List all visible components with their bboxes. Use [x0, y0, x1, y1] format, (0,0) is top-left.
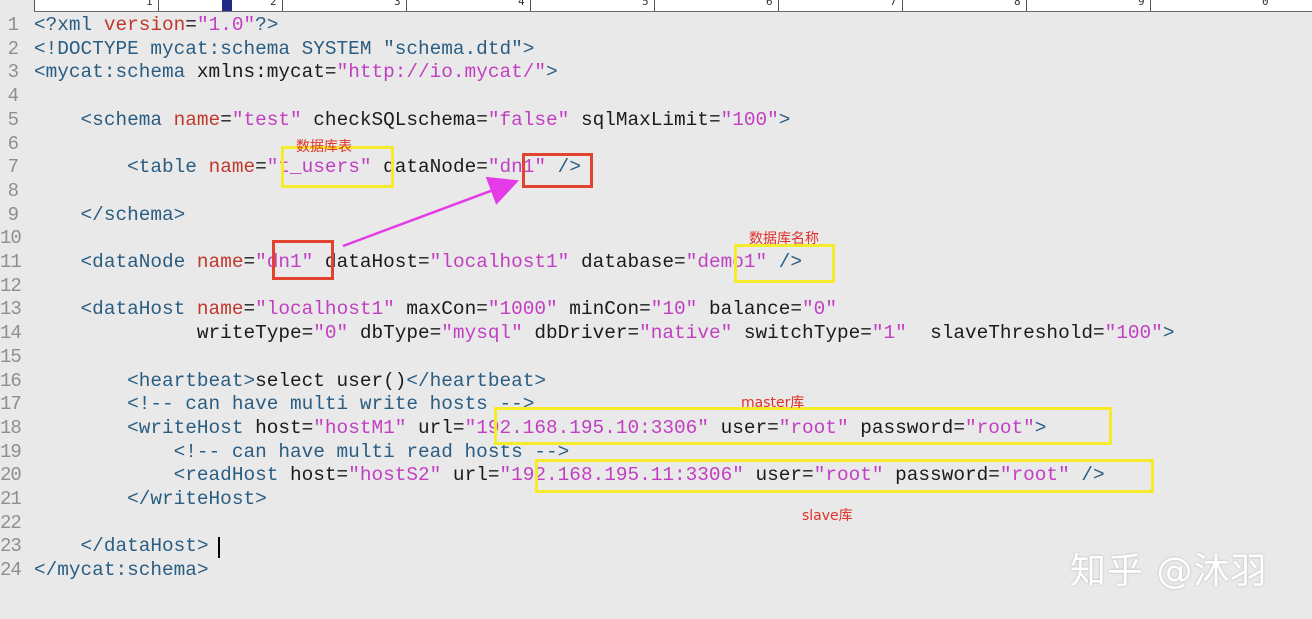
annotation-database-note: 数据库名称	[749, 231, 819, 247]
annotation-slave-note: slave库	[802, 508, 853, 524]
annotation-master-note: master库	[741, 395, 805, 411]
annotation-arrow	[342, 176, 520, 248]
code-editor[interactable]: 1234567890 1 2 3 4 5 6 7 8 9 10 11 12 13 14 15 16 17 18 19…	[0, 0, 1312, 619]
annotation-table-note: 数据库表	[296, 139, 352, 155]
watermark: 知乎 @沐羽	[1070, 551, 1268, 592]
